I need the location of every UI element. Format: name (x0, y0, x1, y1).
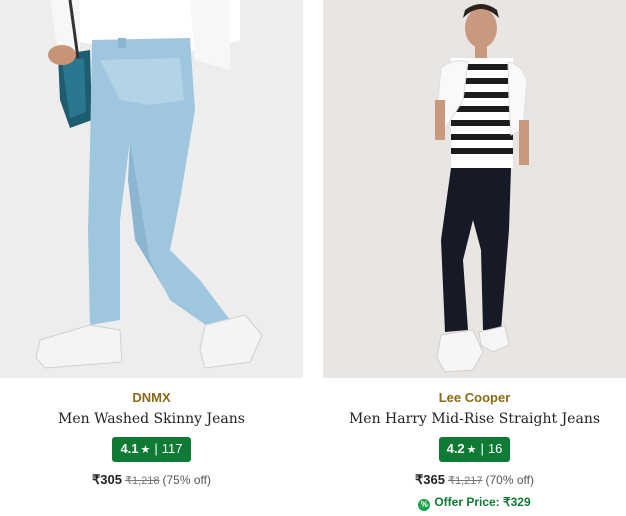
product-image[interactable] (0, 0, 303, 378)
rating-separator: | (154, 441, 158, 456)
offer-price-row: % Offer Price: ₹329 (323, 495, 626, 511)
product-grid: DNMX Men Washed Skinny Jeans 4.1 ★ | 117 ₹3… (0, 0, 626, 516)
sale-price: ₹305 (92, 472, 122, 487)
rating-row: 4.1 ★ | 117 (0, 437, 303, 462)
offer-tag-icon: % (418, 499, 431, 511)
rating-value: 4.1 (120, 441, 139, 456)
rating-row: 4.2 ★ | 16 (323, 437, 626, 462)
rating-separator: | (480, 441, 484, 456)
offer-price: Offer Price: ₹329 (434, 495, 531, 509)
product-title[interactable]: Men Washed Skinny Jeans (0, 411, 303, 427)
rating-count: 16 (487, 441, 503, 456)
original-price: ₹1,217 (447, 475, 483, 487)
rating-badge: 4.1 ★ | 117 (112, 437, 191, 462)
rating-value: 4.2 (446, 441, 465, 456)
product-card[interactable]: Lee Cooper Men Harry Mid-Rise Straight J… (323, 0, 626, 516)
discount-label: (75% off) (162, 473, 211, 487)
rating-count: 117 (161, 441, 183, 456)
product-title[interactable]: Men Harry Mid-Rise Straight Jeans (323, 411, 626, 427)
product-brand: DNMX (132, 390, 171, 405)
original-price: ₹1,218 (124, 475, 160, 487)
product-image[interactable] (323, 0, 626, 378)
sale-price: ₹365 (415, 472, 445, 487)
star-icon: ★ (466, 444, 477, 456)
rating-badge: 4.2 ★ | 16 (438, 437, 511, 462)
discount-label: (70% off) (485, 473, 534, 487)
price-row: ₹305 ₹1,218 (75% off) (0, 472, 303, 488)
price-row: ₹365 ₹1,217 (70% off) (323, 472, 626, 488)
product-brand: Lee Cooper (438, 390, 511, 405)
product-card[interactable]: DNMX Men Washed Skinny Jeans 4.1 ★ | 117 ₹3… (0, 0, 303, 516)
star-icon: ★ (140, 444, 151, 456)
